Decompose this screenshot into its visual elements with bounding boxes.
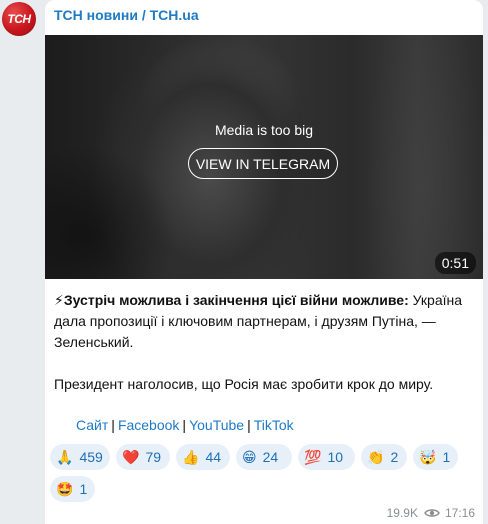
link-facebook[interactable]: Facebook: [118, 417, 179, 433]
link-youtube[interactable]: YouTube: [189, 417, 244, 433]
media-notice: Media is too big: [214, 122, 314, 138]
reaction-beaming-face[interactable]: 😁 24: [236, 444, 292, 470]
post-headline: Зустріч можлива і закінчення цієї війни …: [63, 292, 409, 308]
thumbs-up-icon: 👍: [182, 449, 200, 465]
reaction-count: 10: [327, 449, 344, 465]
reaction-red-heart[interactable]: ❤️ 79: [116, 444, 170, 470]
lightning-icon: ⚡: [54, 292, 64, 308]
reaction-count: 2: [390, 449, 399, 465]
beaming-face-icon: 😁: [242, 449, 257, 465]
post-paragraph-1: ⚡Зустріч можлива і закінчення цієї війни…: [54, 290, 474, 353]
star-struck-icon: 🤩: [56, 481, 74, 497]
link-separator: |: [111, 417, 115, 433]
chat-background-edge: [483, 0, 488, 524]
video-duration-badge: 0:51: [434, 252, 476, 274]
reaction-clapping-hands[interactable]: 👏 2: [361, 444, 407, 470]
reaction-count: 1: [79, 481, 88, 497]
clapping-hands-icon: 👏: [367, 449, 385, 465]
exploding-head-icon: 🤯: [419, 449, 437, 465]
message-bubble: ТСН новини / TCH.ua Media is too big VIE…: [45, 0, 483, 524]
channel-avatar[interactable]: ТСН: [2, 2, 36, 36]
praying-hands-icon: 🙏: [56, 449, 74, 465]
reaction-praying-hands[interactable]: 🙏 459: [50, 444, 110, 470]
video-preview[interactable]: Media is too big VIEW IN TELEGRAM 0:51: [45, 35, 483, 279]
message-footer: 19.9K 17:16: [387, 506, 475, 520]
avatar-text: ТСН: [7, 12, 31, 26]
link-separator: |: [182, 417, 187, 433]
reaction-count: 79: [145, 449, 162, 465]
reaction-hundred-points[interactable]: 💯 10: [298, 444, 355, 470]
reaction-count: 24: [262, 449, 279, 465]
view-count: 19.9K: [386, 506, 418, 520]
view-in-telegram-button[interactable]: VIEW IN TELEGRAM: [188, 148, 338, 179]
reaction-exploding-head[interactable]: 🤯 1: [413, 444, 458, 470]
reaction-count: 44: [205, 449, 222, 465]
link-site[interactable]: Сайт: [76, 417, 108, 433]
reaction-thumbs-up[interactable]: 👍 44: [176, 444, 230, 470]
reaction-count: 459: [79, 449, 103, 465]
message-time: 17:16: [444, 506, 475, 520]
hundred-points-icon: 💯: [304, 449, 322, 465]
channel-name[interactable]: ТСН новини / TCH.ua: [54, 7, 199, 23]
post-paragraph-2: Президент наголосив, що Росія має зробит…: [54, 376, 434, 392]
eye-icon: [424, 508, 440, 518]
reaction-star-struck[interactable]: 🤩 1: [50, 476, 95, 502]
post-text: ⚡Зустріч можлива і закінчення цієї війни…: [54, 290, 474, 395]
link-separator: |: [247, 417, 251, 433]
reaction-count: 1: [442, 449, 451, 465]
link-tiktok[interactable]: TikTok: [254, 417, 294, 433]
red-heart-icon: ❤️: [122, 449, 140, 465]
channel-links: Сайт | Facebook | YouTube | TikTok: [76, 417, 294, 433]
